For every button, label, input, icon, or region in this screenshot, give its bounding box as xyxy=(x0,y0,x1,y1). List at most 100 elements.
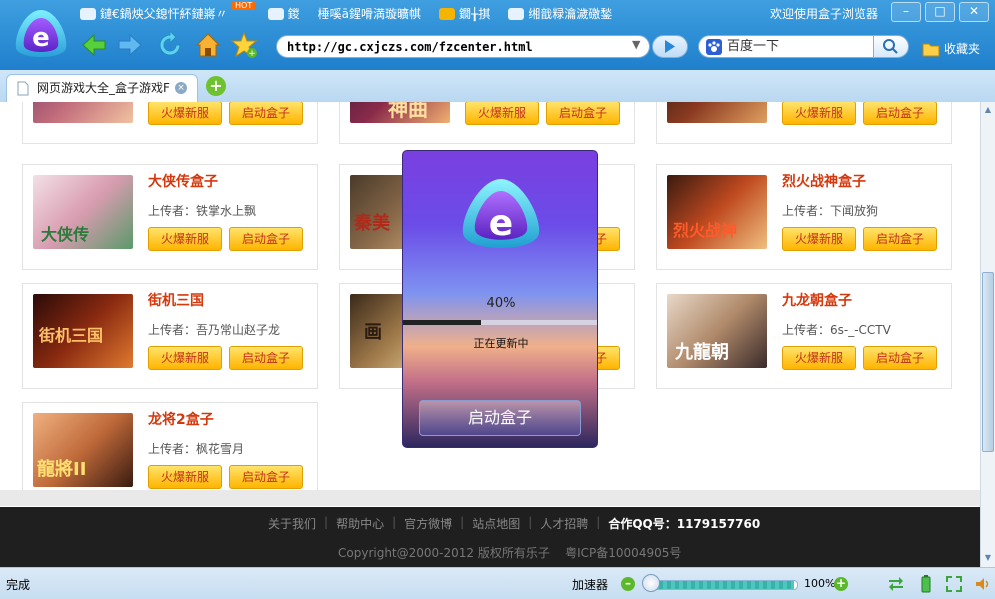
favorite-link[interactable]: 鏈€鍋炴父鎴忓紑鏈嶈〃 xyxy=(80,5,228,22)
game-title[interactable]: 龙将2盒子 xyxy=(148,409,214,429)
tab-strip: 网页游戏大全_盒子游戏F × xyxy=(0,70,995,103)
accelerator-label: 加速器 xyxy=(572,578,609,592)
new-tab-button[interactable]: + xyxy=(206,76,226,96)
zoom-slider-fill xyxy=(651,581,795,589)
footer-separator: | xyxy=(460,515,465,529)
launch-box-button[interactable]: 启动盒子 xyxy=(229,227,303,251)
launch-box-button[interactable]: 启动盒子 xyxy=(229,465,303,489)
footer-link-about[interactable]: 关于我们 xyxy=(268,515,316,532)
hot-server-button[interactable]: 火爆新服 xyxy=(782,102,856,125)
book-icon xyxy=(439,7,456,20)
baidu-paw-icon xyxy=(706,39,722,55)
home-icon[interactable] xyxy=(194,31,222,59)
forward-arrow-icon[interactable] xyxy=(116,31,144,59)
fullscreen-icon[interactable] xyxy=(945,575,963,593)
game-uploader: 上传者：吾乃常山赵子龙 xyxy=(148,323,281,337)
svg-text:+: + xyxy=(248,49,256,59)
shop-icon xyxy=(508,7,525,20)
maximize-button[interactable]: □ xyxy=(925,2,955,22)
scrollbar-thumb[interactable] xyxy=(982,272,994,452)
footer-separator: | xyxy=(324,515,329,529)
launch-box-button[interactable]: 启动盒子 xyxy=(229,346,303,370)
tab-games[interactable]: 网页游戏大全_盒子游戏F × xyxy=(6,74,198,102)
go-button[interactable] xyxy=(652,35,688,58)
favorite-star-add-icon[interactable]: + xyxy=(230,31,258,59)
speaker-icon[interactable] xyxy=(974,575,992,593)
footer-separator: | xyxy=(392,515,397,529)
favorite-link[interactable]: 棰嗘ā鍟嗗満璇曠帺 xyxy=(318,5,421,22)
scroll-down-arrow-icon[interactable]: ▼ xyxy=(982,552,994,564)
address-bar[interactable]: http://gc.cxjczs.com/fzcenter.html xyxy=(276,35,650,58)
hot-server-button[interactable]: 火爆新服 xyxy=(148,465,222,489)
launch-box-button[interactable]: 启动盒子 xyxy=(863,102,937,125)
zoom-in-icon[interactable]: + xyxy=(834,577,848,591)
bookmarks-button[interactable]: 收藏夹 xyxy=(922,40,980,57)
launch-box-button[interactable]: 启动盒子 xyxy=(863,346,937,370)
game-thumbnail[interactable]: 神曲 xyxy=(350,102,450,123)
refresh-icon[interactable] xyxy=(156,31,184,59)
welcome-text: 欢迎使用盒子浏览器 xyxy=(770,7,879,21)
box-logo-icon: e xyxy=(462,179,540,248)
game-title[interactable]: 大侠传盒子 xyxy=(148,171,218,191)
minimize-button[interactable]: – xyxy=(891,2,921,22)
game-thumbnail[interactable]: 龍將II xyxy=(33,413,133,487)
page-icon xyxy=(17,81,29,96)
zoom-slider-knob[interactable] xyxy=(642,574,660,592)
game-card: 神曲 火爆新服 启动盒子 xyxy=(339,102,635,144)
chevron-down-icon[interactable]: ▼ xyxy=(632,38,640,51)
game-thumbnail[interactable] xyxy=(33,102,133,123)
close-button[interactable]: ✕ xyxy=(959,2,989,22)
browser-logo-icon[interactable]: e xyxy=(12,8,70,64)
game-uploader: 上传者：6s-_-CCTV xyxy=(782,323,891,337)
footer-icp: 粤ICP备10004905号 xyxy=(565,546,682,560)
game-card: 烈火战神 烈火战神盒子 上传者：下闻放狗 火爆新服 启动盒子 xyxy=(656,164,952,270)
game-thumbnail[interactable]: 九龍朝 xyxy=(667,294,767,368)
game-uploader: 上传者：铁掌水上飘 xyxy=(148,204,257,218)
zoom-slider[interactable] xyxy=(650,580,798,590)
game-thumbnail[interactable]: 烈火战神 xyxy=(667,175,767,249)
footer-link-help[interactable]: 帮助中心 xyxy=(336,515,384,532)
battery-icon[interactable] xyxy=(917,575,935,593)
game-thumbnail[interactable] xyxy=(667,102,767,123)
game-thumbnail[interactable]: 街机三国 xyxy=(33,294,133,368)
hot-server-button[interactable]: 火爆新服 xyxy=(148,102,222,125)
hot-server-button[interactable]: 火爆新服 xyxy=(148,227,222,251)
launch-box-button[interactable]: 启动盒子 xyxy=(863,227,937,251)
shuffle-arrows-icon[interactable] xyxy=(887,575,905,593)
popup-launch-button[interactable]: 启动盒子 xyxy=(419,400,581,436)
search-input[interactable]: 百度一下 xyxy=(698,35,874,58)
launch-box-button[interactable]: 启动盒子 xyxy=(546,102,620,125)
footer-copyright: Copyright@2000-2012 版权所有乐子 粤ICP备10004905… xyxy=(338,546,682,560)
folder-star-icon xyxy=(922,43,940,56)
updater-popup: e 40% 正在更新中 启动盒子 xyxy=(402,150,598,448)
svg-text:e: e xyxy=(32,23,50,53)
footer-link-jobs[interactable]: 人才招聘 xyxy=(540,515,588,532)
hot-server-button[interactable]: 火爆新服 xyxy=(148,346,222,370)
tab-close-icon[interactable]: × xyxy=(175,82,187,94)
footer-separator: | xyxy=(528,515,533,529)
game-thumbnail[interactable]: 大侠传 xyxy=(33,175,133,249)
game-card: 龍將II 龙将2盒子 上传者：枫花雪月 火爆新服 启动盒子 xyxy=(22,402,318,494)
game-title[interactable]: 街机三国 xyxy=(148,290,204,310)
hot-server-button[interactable]: 火爆新服 xyxy=(465,102,539,125)
back-arrow-icon[interactable] xyxy=(80,31,108,59)
favorite-link[interactable]: 鐗╁掑 xyxy=(439,5,490,22)
game-title[interactable]: 九龙朝盒子 xyxy=(782,290,852,310)
launch-box-button[interactable]: 启动盒子 xyxy=(229,102,303,125)
vertical-scrollbar[interactable]: ▲ ▼ xyxy=(980,102,995,567)
hot-server-button[interactable]: 火爆新服 xyxy=(782,346,856,370)
footer-link-sitemap[interactable]: 站点地图 xyxy=(472,515,520,532)
footer-link-weibo[interactable]: 官方微博 xyxy=(404,515,452,532)
hot-server-button[interactable]: 火爆新服 xyxy=(782,227,856,251)
favorite-link[interactable]: 缃戠粶瀹濊礉鍫 xyxy=(508,5,612,22)
favorites-bar: 鏈€鍋炴父鎴忓紑鏈嶈〃 鍐 棰嗘ā鍟嗗満璇曠帺 鐗╁掑 缃戠粶瀹濊礉鍫 xyxy=(80,5,612,22)
search-button[interactable] xyxy=(873,35,909,58)
zoom-out-icon[interactable]: – xyxy=(621,577,635,591)
game-title[interactable]: 烈火战神盒子 xyxy=(782,171,866,191)
update-percent: 40% xyxy=(486,296,516,311)
game-card: 火爆新服 启动盒子 xyxy=(22,102,318,144)
game-uploader: 上传者：枫花雪月 xyxy=(148,442,245,456)
game-card: 街机三国 街机三国 上传者：吾乃常山赵子龙 火爆新服 启动盒子 xyxy=(22,283,318,389)
scroll-up-arrow-icon[interactable]: ▲ xyxy=(982,104,994,116)
favorite-link[interactable]: 鍐 xyxy=(267,5,300,22)
